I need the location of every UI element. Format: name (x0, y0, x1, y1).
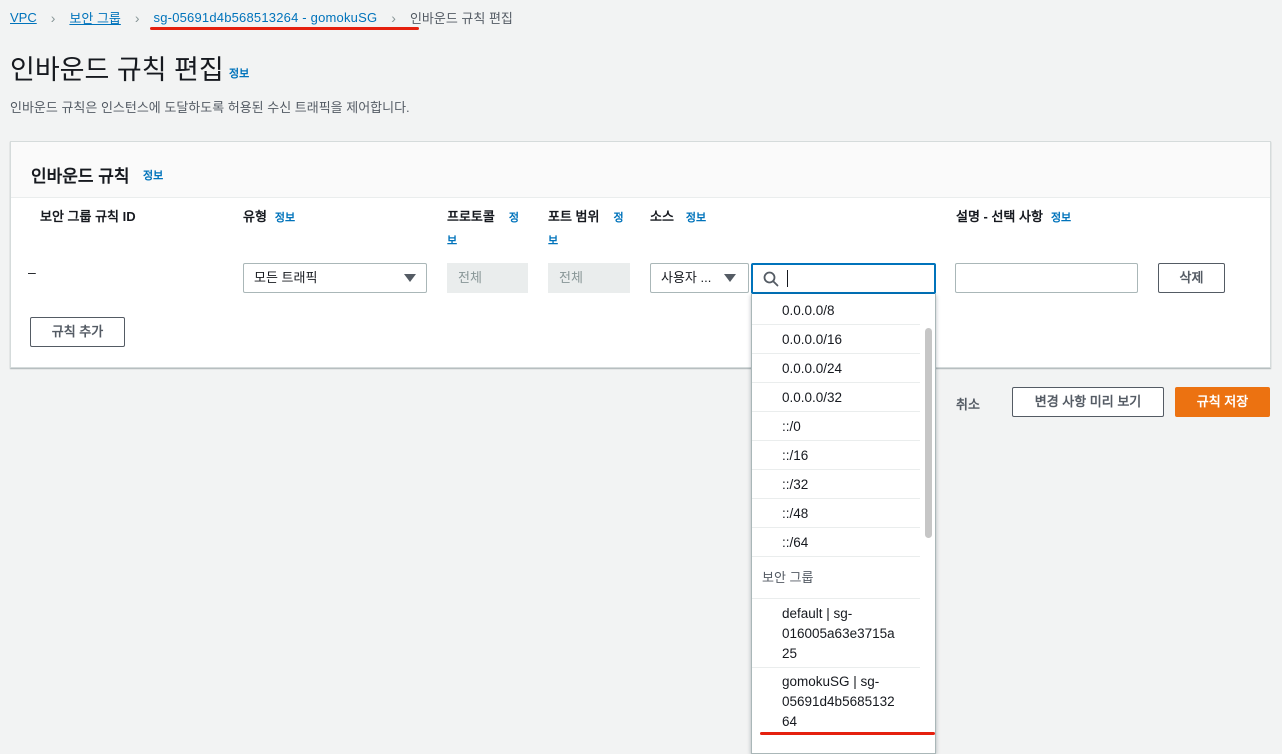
highlight-underline (150, 27, 419, 30)
type-select[interactable]: 모든 트래픽 (243, 263, 427, 293)
dropdown-option[interactable]: ::/16 (752, 441, 920, 470)
dropdown-option[interactable]: ::/0 (752, 412, 920, 441)
dropdown-scrollbar[interactable] (925, 328, 932, 538)
column-header-source: 소스 정보 (650, 206, 706, 229)
breadcrumb: VPC › 보안 그룹 › sg-05691d4b568513264 - gom… (10, 8, 513, 27)
column-header-rule-id: 보안 그룹 규칙 ID (40, 206, 136, 227)
option-line: 64 (782, 714, 798, 729)
column-header-label: 포트 범위 (548, 209, 600, 224)
chevron-right-icon: › (50, 9, 56, 26)
source-type-select[interactable]: 사용자 ... (650, 263, 749, 293)
page-description: 인바운드 규칙은 인스턴스에 도달하도록 허용된 수신 트래픽을 제어합니다. (10, 100, 410, 115)
column-header-label: 소스 (650, 209, 674, 224)
panel-info-link[interactable]: 정보 (143, 167, 163, 183)
chevron-right-icon: › (391, 9, 396, 26)
option-line: 25 (782, 646, 798, 661)
cancel-button[interactable]: 취소 (956, 394, 980, 413)
breadcrumb-vpc-link[interactable]: VPC (10, 10, 37, 25)
save-rules-button[interactable]: 규칙 저장 (1175, 387, 1270, 417)
dropdown-option-security-group[interactable]: gomokuSG | sg- 05691d4b5685132 64 (752, 672, 920, 734)
panel-header: 인바운드 규칙 정보 (11, 142, 1270, 198)
dropdown-option[interactable]: ::/32 (752, 470, 920, 499)
highlight-underline (760, 732, 935, 735)
column-header-port-range: 포트 범위 정 보 (548, 206, 630, 252)
type-select-value: 모든 트래픽 (254, 270, 318, 285)
port-range-field: 전체 (548, 263, 630, 293)
description-input[interactable] (955, 263, 1138, 293)
preview-changes-button[interactable]: 변경 사항 미리 보기 (1012, 387, 1164, 417)
option-line: 05691d4b5685132 (782, 694, 895, 709)
column-header-label: 유형 (243, 209, 267, 224)
panel-title: 인바운드 규칙 (31, 167, 130, 186)
chevron-right-icon: › (134, 9, 140, 26)
search-icon (763, 271, 779, 287)
dropdown-option-security-group[interactable]: default | sg- 016005a63e3715a 25 (752, 604, 920, 668)
dropdown-option[interactable]: 0.0.0.0/8 (752, 296, 920, 325)
breadcrumb-security-groups-link[interactable]: 보안 그룹 (69, 8, 120, 27)
column-header-label: 보안 그룹 규칙 ID (40, 209, 136, 224)
option-line: 016005a63e3715a (782, 626, 895, 641)
option-line: default | sg- (782, 606, 853, 621)
info-link[interactable]: 정보 (686, 212, 706, 224)
port-range-value: 전체 (559, 270, 583, 285)
text-caret (787, 270, 788, 287)
info-link-continued[interactable]: 보 (447, 235, 457, 247)
breadcrumb-current: 인바운드 규칙 편집 (409, 11, 513, 26)
dropdown-option[interactable]: ::/48 (752, 499, 920, 528)
delete-button[interactable]: 삭제 (1158, 263, 1225, 293)
add-rule-button[interactable]: 규칙 추가 (30, 317, 125, 347)
source-dropdown-list: 0.0.0.0/8 0.0.0.0/16 0.0.0.0/24 0.0.0.0/… (751, 294, 936, 754)
dropdown-option[interactable]: 0.0.0.0/16 (752, 325, 920, 354)
source-type-value: 사용자 ... (661, 270, 712, 285)
caret-down-icon (724, 274, 736, 282)
column-header-protocol: 프로토콜 정 보 (447, 206, 527, 252)
info-link[interactable]: 정보 (275, 212, 295, 224)
option-line: gomokuSG | sg- (782, 674, 880, 689)
dropdown-option[interactable]: 0.0.0.0/32 (752, 383, 920, 412)
column-header-description: 설명 - 선택 사항 정보 (956, 206, 1071, 229)
dropdown-option[interactable]: ::/64 (752, 528, 920, 557)
inbound-rules-panel: 인바운드 규칙 정보 (10, 141, 1271, 368)
info-link[interactable]: 정 (509, 212, 519, 224)
protocol-field: 전체 (447, 263, 528, 293)
page-title: 인바운드 규칙 편집 (10, 55, 224, 85)
info-link[interactable]: 정보 (1051, 212, 1071, 224)
rule-id-value: – (28, 264, 36, 280)
dropdown-group-label: 보안 그룹 (752, 557, 920, 599)
breadcrumb-security-group-link[interactable]: sg-05691d4b568513264 - gomokuSG (154, 10, 378, 25)
info-link-continued[interactable]: 보 (548, 235, 558, 247)
column-header-type: 유형 정보 (243, 206, 295, 229)
protocol-value: 전체 (458, 270, 482, 285)
info-link[interactable]: 정 (613, 212, 623, 224)
column-header-label: 프로토콜 (447, 209, 495, 224)
caret-down-icon (404, 274, 416, 282)
column-header-label: 설명 - 선택 사항 (956, 209, 1043, 224)
dropdown-option[interactable]: 0.0.0.0/24 (752, 354, 920, 383)
source-search-input[interactable] (751, 263, 936, 294)
page-info-link[interactable]: 정보 (229, 65, 249, 81)
